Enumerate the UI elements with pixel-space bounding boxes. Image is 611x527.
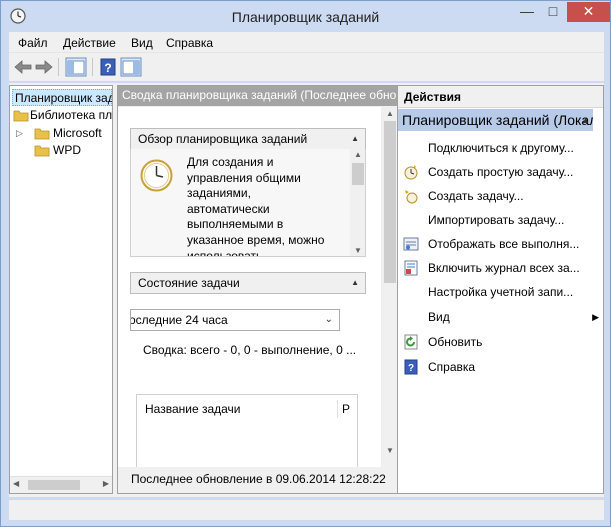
scroll-down-icon[interactable]: ▼ — [354, 246, 362, 255]
scroll-up-icon[interactable]: ▲ — [354, 150, 362, 159]
action-enable-log[interactable]: Включить журнал всех за... — [398, 257, 603, 279]
action-account-settings[interactable]: Настройка учетной запи... — [398, 281, 603, 303]
action-label: Настройка учетной запи... — [428, 285, 574, 299]
menu-action[interactable]: Действие — [63, 36, 116, 50]
status-bar — [9, 499, 604, 520]
action-connect[interactable]: Подключиться к другому... — [398, 137, 603, 159]
scroll-left-icon[interactable]: ◀ — [13, 479, 19, 488]
overview-text: Для создания и управления общими задания… — [187, 155, 325, 257]
chevron-down-icon[interactable]: ⌄ — [325, 310, 333, 330]
maximize-button[interactable]: □ — [540, 2, 566, 22]
help-icon: ? — [404, 359, 418, 375]
overview-section-title: Обзор планировщика заданий — [138, 132, 308, 146]
scroll-up-icon[interactable]: ▲ — [382, 107, 397, 121]
column-header-task-name[interactable]: Название задачи — [145, 402, 241, 416]
scroll-thumb[interactable] — [384, 121, 396, 283]
status-section-title: Состояние задачи — [138, 276, 240, 290]
collapse-icon[interactable]: ▲ — [351, 273, 359, 293]
overview-scrollbar[interactable]: ▲ ▼ — [350, 149, 365, 256]
back-arrow-icon[interactable] — [12, 57, 34, 77]
toolbar: ? — [9, 53, 604, 82]
menu-view[interactable]: Вид — [131, 36, 153, 50]
period-dropdown[interactable]: оследние 24 часа ⌄ — [130, 309, 340, 331]
action-import-task[interactable]: Импортировать задачу... — [398, 209, 603, 231]
action-show-running[interactable]: Отображать все выполня... — [398, 233, 603, 255]
column-divider[interactable] — [337, 400, 338, 418]
period-dropdown-value: оследние 24 часа — [130, 313, 228, 327]
folder-icon — [34, 145, 50, 157]
create-basic-task-icon — [404, 165, 418, 180]
clock-icon — [140, 159, 173, 192]
close-button[interactable]: ✕ — [567, 2, 610, 22]
app-window: Планировщик заданий — □ ✕ Файл Действие … — [0, 0, 611, 527]
tree-label-wpd: WPD — [53, 143, 81, 157]
tree-label-microsoft: Microsoft — [53, 126, 102, 140]
console-tree: Планировщик заданий Библиотека планировщ… — [9, 85, 113, 494]
main-area: Планировщик заданий Библиотека планировщ… — [9, 83, 604, 497]
scroll-thumb[interactable] — [28, 480, 80, 490]
create-task-icon — [405, 190, 418, 204]
minimize-button[interactable]: — — [514, 2, 540, 22]
summary-panel: Сводка планировщика заданий (Последнее о… — [117, 85, 398, 494]
action-refresh[interactable]: Обновить — [398, 331, 603, 353]
overview-section-header[interactable]: Обзор планировщика заданий ▲ — [130, 128, 366, 150]
help-icon[interactable]: ? — [97, 57, 119, 77]
action-label: Справка — [428, 360, 476, 374]
actions-section-header[interactable]: Планировщик заданий (Локальный) ▲ — [398, 109, 593, 131]
svg-text:?: ? — [104, 61, 111, 75]
scroll-right-icon[interactable]: ▶ — [103, 479, 109, 488]
action-label: Вид — [428, 310, 450, 324]
actions-pane-header: Действия — [398, 86, 603, 108]
collapse-icon[interactable]: ▲ — [581, 109, 590, 131]
actions-pane: Действия Планировщик заданий (Локальный)… — [397, 85, 604, 494]
toolbar-separator — [92, 58, 93, 76]
action-label: Подключиться к другому... — [428, 141, 574, 155]
collapse-icon[interactable]: ▲ — [351, 129, 359, 149]
enable-log-icon — [404, 260, 418, 276]
show-hide-action-pane-icon[interactable] — [120, 57, 142, 77]
action-view[interactable]: Вид ▶ — [398, 306, 603, 328]
action-label: Обновить — [428, 335, 483, 349]
action-help[interactable]: ? Справка — [398, 356, 603, 378]
menu-file[interactable]: Файл — [18, 36, 48, 50]
summary-panel-body: Обзор планировщика заданий ▲ Для создани… — [118, 107, 381, 467]
task-status-table: Название задачи Р — [136, 394, 358, 467]
actions-section-title: Планировщик заданий (Локальный) — [402, 112, 593, 128]
folder-icon — [34, 128, 50, 140]
summary-vertical-scrollbar[interactable]: ▲ ▼ — [382, 107, 397, 458]
menu-bar: Файл Действие Вид Справка — [9, 32, 604, 53]
scroll-down-icon[interactable]: ▼ — [382, 444, 397, 458]
overview-section-content: Для создания и управления общими задания… — [130, 149, 366, 257]
tree-root[interactable]: Планировщик заданий — [12, 89, 112, 106]
action-label: Отображать все выполня... — [428, 237, 580, 251]
action-create-basic-task[interactable]: Создать простую задачу... — [398, 161, 603, 183]
title-bar: Планировщик заданий — □ ✕ — [1, 1, 610, 32]
task-status-summary: Сводка: всего - 0, 0 - выполнение, 0 ... — [143, 343, 357, 357]
toolbar-separator — [58, 58, 59, 76]
submenu-arrow-icon: ▶ — [592, 312, 599, 322]
refresh-icon — [404, 334, 418, 350]
expand-arrow-icon[interactable]: ▷ — [16, 125, 23, 142]
action-label: Создать простую задачу... — [428, 165, 574, 179]
tree-horizontal-scrollbar[interactable]: ◀ ▶ — [10, 476, 112, 493]
forward-arrow-icon[interactable] — [33, 57, 55, 77]
action-create-task[interactable]: Создать задачу... — [398, 185, 603, 207]
summary-panel-header: Сводка планировщика заданий (Последнее о… — [118, 86, 397, 106]
status-section-header[interactable]: Состояние задачи ▲ — [130, 272, 366, 294]
column-header-result[interactable]: Р — [342, 402, 350, 416]
action-label: Создать задачу... — [428, 189, 524, 203]
scroll-thumb[interactable] — [352, 163, 364, 185]
folder-icon — [13, 110, 29, 122]
tree-label-library: Библиотека планировщика заданий — [30, 108, 113, 122]
show-hide-console-tree-icon[interactable] — [65, 57, 87, 77]
action-label: Импортировать задачу... — [428, 213, 565, 227]
svg-text:?: ? — [408, 363, 414, 374]
menu-help[interactable]: Справка — [166, 36, 213, 50]
show-running-icon — [403, 237, 419, 251]
action-label: Включить журнал всех за... — [428, 261, 580, 275]
last-update-text: Последнее обновление в 09.06.2014 12:28:… — [118, 467, 397, 493]
